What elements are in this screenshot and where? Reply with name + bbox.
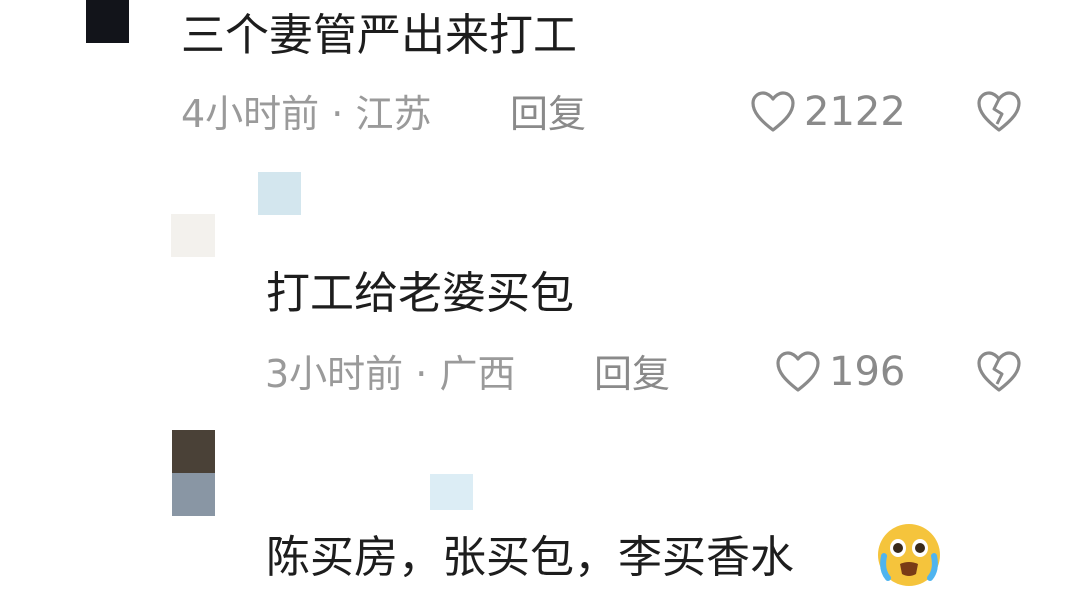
heart-outline-icon — [776, 351, 820, 392]
comment-time: 4小时前 — [181, 92, 320, 136]
user-name-block[interactable] — [430, 474, 473, 510]
meta-separator: · — [331, 92, 344, 136]
meta-separator: · — [415, 352, 428, 396]
reply-button[interactable]: 回复 — [510, 95, 586, 133]
avatar[interactable] — [171, 214, 215, 257]
like-count: 196 — [829, 349, 906, 395]
comment-location: 广西 — [439, 352, 516, 396]
comment-time: 3小时前 — [265, 352, 404, 396]
avatar[interactable] — [172, 430, 215, 516]
comment-meta: 3小时前 · 广西 — [265, 355, 515, 393]
like-button[interactable]: 2122 — [750, 90, 906, 134]
like-count: 2122 — [804, 89, 906, 135]
user-name-block[interactable] — [258, 172, 301, 215]
reply-button[interactable]: 回复 — [594, 355, 670, 393]
comment-location: 江苏 — [355, 92, 432, 136]
comment-meta: 4小时前 · 江苏 — [181, 95, 431, 133]
crying-face-emoji — [878, 524, 940, 586]
broken-heart-icon[interactable] — [976, 90, 1022, 134]
broken-heart-icon[interactable] — [976, 350, 1022, 394]
comment-text: 三个妻管严出来打工 — [181, 10, 577, 61]
avatar[interactable] — [86, 0, 129, 43]
comment-text: 打工给老婆买包 — [266, 268, 574, 319]
heart-outline-icon — [751, 91, 795, 132]
comment-text: 陈买房，张买包，李买香水 — [266, 532, 794, 583]
like-button[interactable]: 196 — [775, 350, 905, 394]
